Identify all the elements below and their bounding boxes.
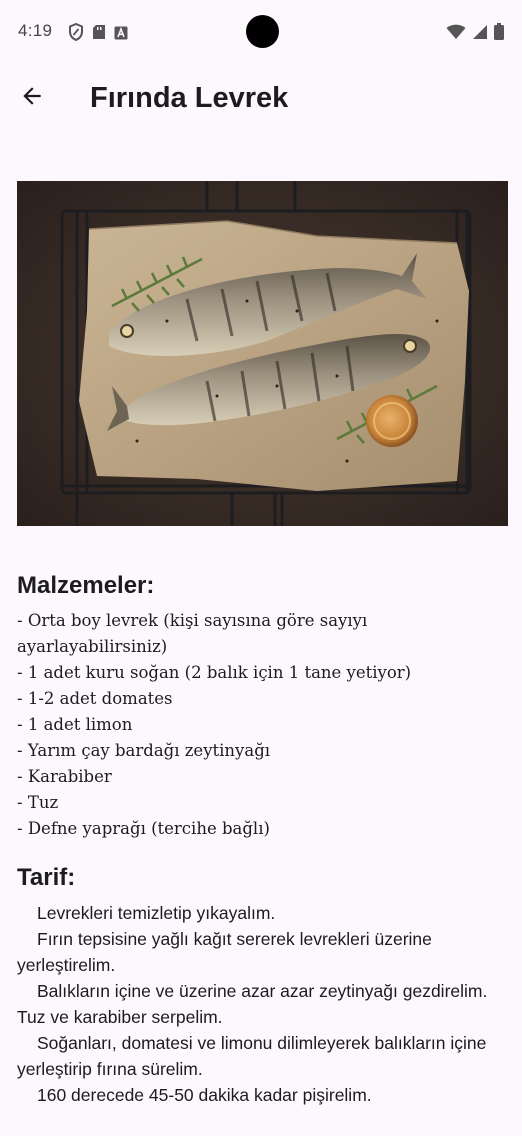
recipe-step: Soğanları, domatesi ve limonu dilimleyer… <box>17 1033 487 1079</box>
ingredient-item: - 1 adet kuru soğan (2 balık için 1 tane… <box>17 663 412 682</box>
app-bar: Fırında Levrek <box>0 72 522 132</box>
recipe-step: Balıkların içine ve üzerine azar azar ze… <box>17 981 488 1027</box>
recipe-step: Fırın tepsisine yağlı kağıt sererek levr… <box>17 929 432 975</box>
recipe-steps: Levrekleri temizletip yıkayalım. Fırın t… <box>17 900 497 1108</box>
arrow-back-icon <box>19 83 45 113</box>
recipe-step: 160 derecede 45-50 dakika kadar pişireli… <box>37 1085 372 1105</box>
ingredient-item: - Yarım çay bardağı zeytinyağı <box>17 741 271 760</box>
ingredients-heading: Malzemeler: <box>17 572 155 599</box>
ingredient-item: - Tuz <box>17 793 59 812</box>
sd-card-icon <box>92 24 106 44</box>
battery-icon <box>494 23 504 44</box>
ingredients-list: - Orta boy levrek (kişi sayısına göre sa… <box>17 608 487 842</box>
ingredient-item: - 1 adet limon <box>17 715 133 734</box>
signal-icon <box>472 24 488 44</box>
grilled-fish-photo <box>17 181 508 526</box>
ingredient-item: - 1-2 adet domates <box>17 689 173 708</box>
status-time: 4:19 <box>18 21 53 40</box>
wifi-icon <box>446 24 466 44</box>
recipe-heading: Tarif: <box>17 864 76 891</box>
camera-cutout <box>246 15 279 48</box>
ingredient-item: - Defne yaprağı (tercihe bağlı) <box>17 819 270 838</box>
recipe-step: Levrekleri temizletip yıkayalım. <box>37 903 276 923</box>
ingredient-item: - Orta boy levrek (kişi sayısına göre sa… <box>17 611 368 656</box>
back-button[interactable] <box>12 78 52 118</box>
shield-icon <box>68 22 84 45</box>
recipe-image <box>17 181 508 526</box>
status-bar: 4:19 <box>0 0 522 64</box>
font-a-icon <box>114 25 128 44</box>
page-title: Fırında Levrek <box>90 82 289 114</box>
ingredient-item: - Karabiber <box>17 767 112 786</box>
